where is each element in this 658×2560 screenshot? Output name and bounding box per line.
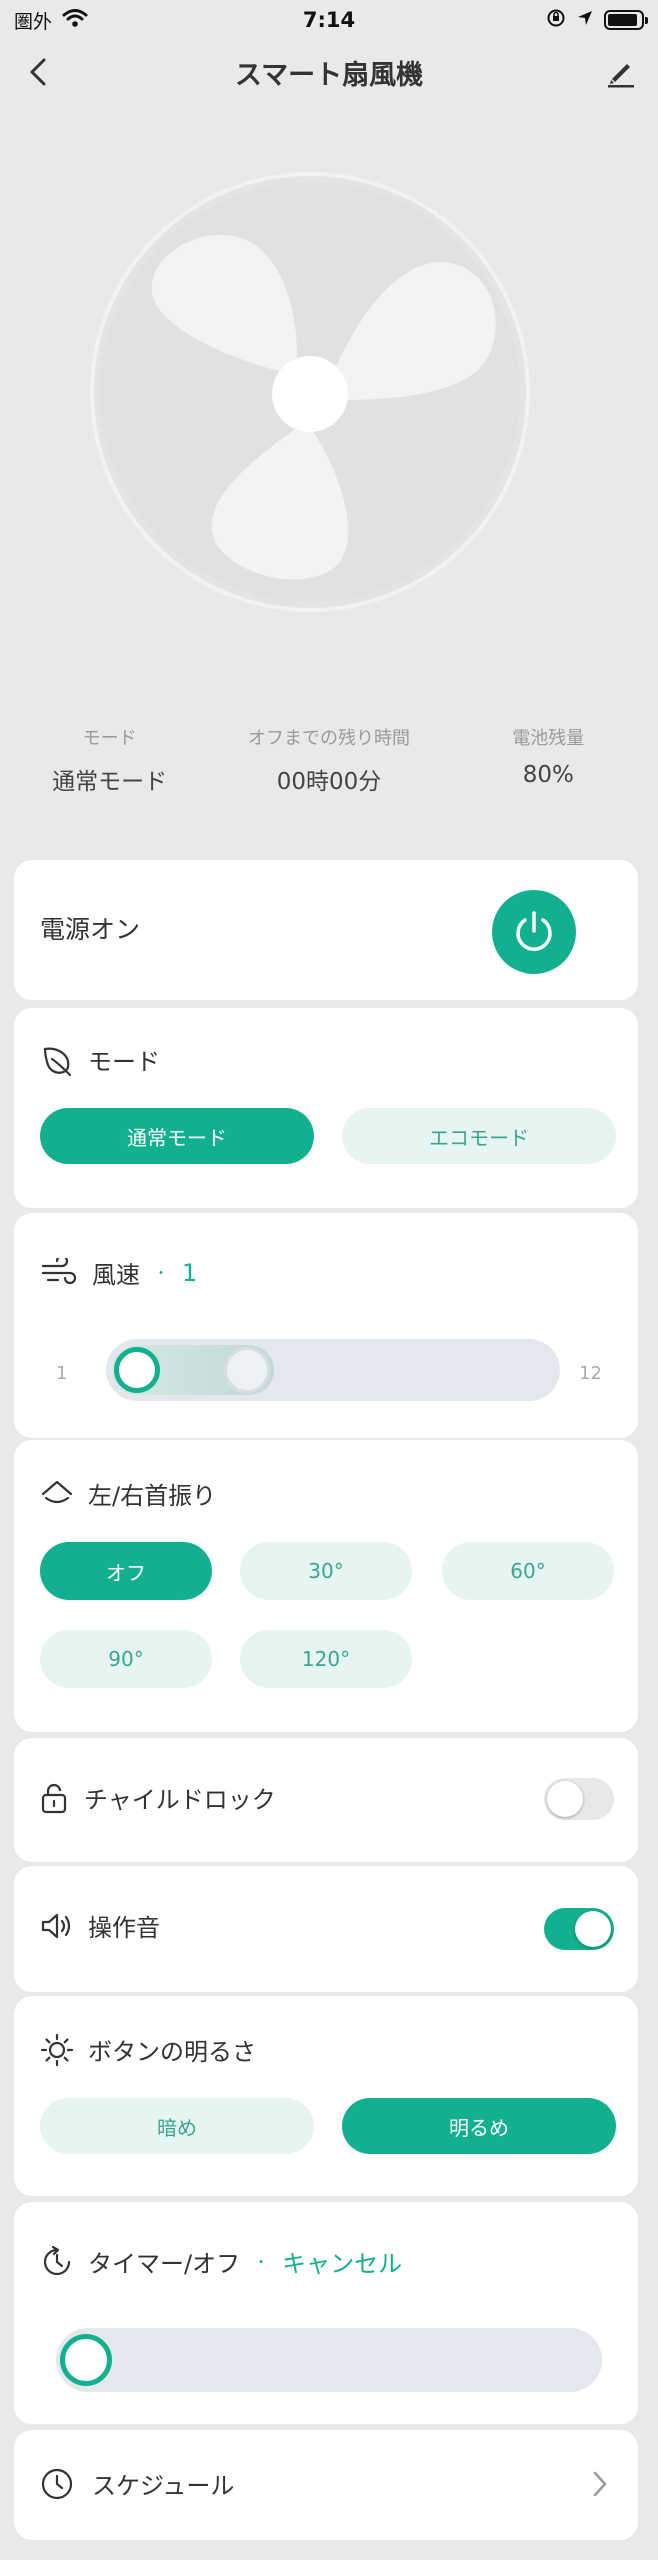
schedule-title-row: スケジュール	[40, 2466, 234, 2501]
swing-120-button[interactable]: 120°	[240, 1630, 412, 1688]
stat-time-remaining: オフまでの残り時間 00時00分	[219, 724, 438, 804]
mode-title: モード	[88, 1048, 160, 1076]
timer-slider-thumb[interactable]	[60, 2334, 112, 2386]
mode-eco-button[interactable]: エコモード	[342, 1108, 616, 1164]
speed-separator: ・	[154, 1265, 168, 1282]
chevron-left-icon	[30, 58, 46, 86]
carrier-label: 圏外	[14, 10, 53, 33]
child-lock-title-row: チャイルドロック	[40, 1780, 276, 1815]
wifi-icon	[62, 8, 88, 33]
timer-off-card: タイマー/オフ ・ キャンセル	[14, 2202, 638, 2424]
power-card: 電源オン	[14, 860, 638, 1000]
speed-min-label: 1	[56, 1363, 68, 1384]
child-lock-title: チャイルドロック	[84, 1786, 276, 1814]
house-icon	[41, 1480, 73, 1503]
clock-icon	[41, 2468, 73, 2499]
chevron-right-icon	[584, 2468, 616, 2500]
status-left: 圏外	[14, 7, 88, 34]
sound-toggle[interactable]	[544, 1908, 614, 1950]
back-button[interactable]	[20, 54, 56, 90]
brightness-title: ボタンの明るさ	[88, 2038, 256, 2066]
speed-slider-handle[interactable]	[224, 1347, 270, 1393]
stat-label: 電池残量	[512, 728, 585, 749]
mode-title-row: モード	[40, 1042, 160, 1077]
timer-icon	[43, 2245, 71, 2275]
timer-cancel-link[interactable]: キャンセル	[282, 2244, 402, 2279]
schedule-card[interactable]: スケジュール	[14, 2430, 638, 2540]
swing-90-button[interactable]: 90°	[40, 1630, 212, 1688]
speed-slider-thumb[interactable]	[114, 1347, 160, 1393]
battery-icon	[604, 10, 648, 30]
speed-title: 風速	[92, 1261, 140, 1289]
mode-card: モード 通常モード エコモード	[14, 1008, 638, 1208]
power-icon	[516, 911, 552, 951]
timer-slider[interactable]	[56, 2328, 602, 2392]
toggle-knob	[547, 1781, 583, 1817]
stat-value: 00時00分	[276, 769, 382, 795]
stat-value: 80%	[522, 762, 574, 788]
pencil-icon	[608, 64, 634, 88]
child-lock-card: チャイルドロック	[14, 1738, 638, 1862]
speed-slider[interactable]	[106, 1339, 560, 1401]
nav-bar: スマート扇風機	[0, 40, 658, 104]
timer-title: タイマー/オフ	[88, 2250, 241, 2278]
swing-title-row: 左/右首振り	[40, 1476, 216, 1511]
leaf-icon	[43, 1047, 72, 1076]
edit-button[interactable]	[602, 54, 640, 92]
speed-max-label: 12	[579, 1363, 602, 1384]
sun-icon	[40, 2033, 74, 2066]
toggle-knob	[575, 1911, 611, 1947]
page-title: スマート扇風機	[234, 59, 424, 91]
location-icon	[576, 9, 594, 32]
wind-icon	[41, 1257, 77, 1284]
status-bar: 圏外 7:14	[0, 0, 658, 40]
stat-label: オフまでの残り時間	[247, 728, 410, 749]
speed-title-row: 風速 ・ 1	[40, 1255, 197, 1290]
status-right	[546, 8, 648, 33]
mode-normal-button[interactable]: 通常モード	[40, 1108, 314, 1164]
power-button[interactable]	[492, 890, 576, 974]
timer-title-row: タイマー/オフ ・ キャンセル	[40, 2244, 402, 2279]
stat-value: 通常モード	[52, 769, 168, 795]
speaker-icon	[41, 1913, 71, 1938]
stat-mode: モード 通常モード	[0, 724, 219, 804]
status-stats: モード 通常モード オフまでの残り時間 00時00分 電池残量 80%	[0, 724, 658, 804]
brightness-dim-button[interactable]: 暗め	[40, 2098, 314, 2154]
rotation-lock-icon	[546, 8, 566, 33]
stat-label: モード	[82, 728, 137, 749]
swing-card: 左/右首振り オフ 30° 60° 90° 120°	[14, 1440, 638, 1732]
timer-separator: ・	[254, 2254, 269, 2271]
schedule-title: スケジュール	[92, 2472, 235, 2500]
brightness-title-row: ボタンの明るさ	[40, 2032, 256, 2067]
fan-hub	[272, 356, 348, 432]
swing-60-button[interactable]: 60°	[442, 1542, 614, 1600]
swing-title: 左/右首振り	[88, 1482, 217, 1510]
sound-title: 操作音	[88, 1914, 160, 1942]
sound-title-row: 操作音	[40, 1908, 160, 1943]
stat-battery: 電池残量 80%	[439, 724, 658, 804]
lock-icon	[41, 1783, 67, 1813]
button-brightness-card: ボタンの明るさ 暗め 明るめ	[14, 1996, 638, 2196]
wind-speed-card: 風速 ・ 1 1 12	[14, 1213, 638, 1438]
power-label: 電源オン	[40, 915, 141, 944]
swing-off-button[interactable]: オフ	[40, 1542, 212, 1600]
battery-fill	[608, 14, 637, 26]
brightness-bright-button[interactable]: 明るめ	[342, 2098, 616, 2154]
speed-value: 1	[182, 1258, 198, 1287]
fan-illustration	[90, 172, 530, 612]
operation-sound-card: 操作音	[14, 1866, 638, 1992]
swing-30-button[interactable]: 30°	[240, 1542, 412, 1600]
child-lock-toggle[interactable]	[544, 1778, 614, 1820]
